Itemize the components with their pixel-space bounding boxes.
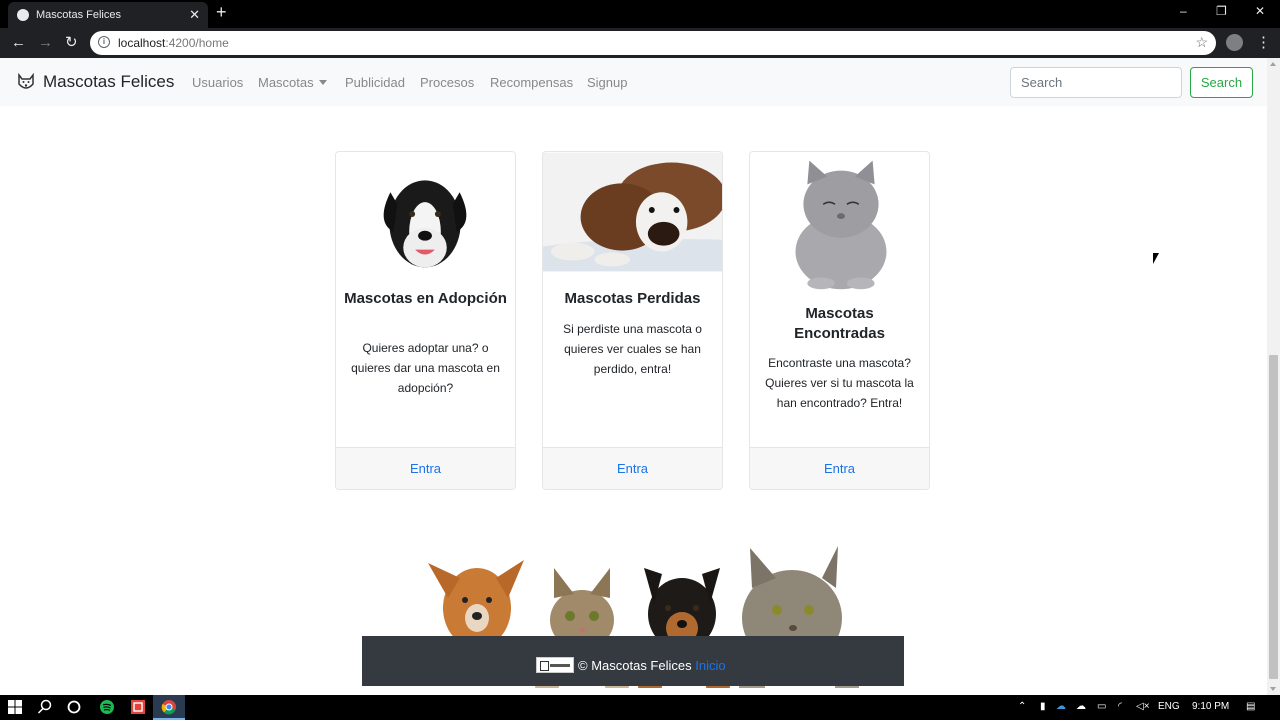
card-text: Encontraste una mascota? Quieres ver si …: [765, 356, 914, 410]
url-host: localhost: [118, 36, 166, 50]
bookmark-star-icon[interactable]: ☆: [1195, 34, 1208, 51]
card-title: Mascotas Perdidas: [564, 290, 701, 307]
new-tab-button[interactable]: +: [216, 2, 227, 23]
nav-link-signup[interactable]: Signup: [587, 75, 627, 90]
nav-link-publicidad[interactable]: Publicidad: [345, 75, 405, 90]
page-scrollbar[interactable]: [1267, 58, 1280, 695]
extension-icon[interactable]: [1226, 34, 1243, 51]
card-encontradas: Mascotas Encontradas Encontraste una mas…: [749, 151, 930, 490]
card-link-entra[interactable]: Entra: [543, 461, 722, 476]
browser-tab-bar: Mascotas Felices ✕ + – ❐ ✕: [0, 0, 1280, 28]
info-icon[interactable]: i: [98, 36, 110, 48]
chrome-icon[interactable]: [161, 699, 177, 715]
tray-clock[interactable]: 9:10 PM: [1192, 701, 1229, 712]
windows-taskbar: ⌃ ▮ ☁ ☁ ▭ ◜ ◁× ENG 9:10 PM ▤: [0, 695, 1280, 720]
card-footer: Entra: [750, 447, 929, 489]
search-input[interactable]: [1010, 67, 1182, 98]
grey-cat-image: [750, 152, 929, 292]
tray-language[interactable]: ENG: [1158, 701, 1180, 712]
tray-volume-icon[interactable]: ◁×: [1136, 701, 1150, 712]
card-footer: Entra: [336, 447, 515, 489]
tray-battery-icon[interactable]: ▭: [1097, 701, 1106, 712]
forward-icon[interactable]: →: [38, 34, 53, 52]
scroll-down-icon[interactable]: [1270, 687, 1276, 691]
action-center-icon[interactable]: ▤: [1246, 701, 1255, 712]
nav-dropdown-mascotas[interactable]: Mascotas: [258, 75, 327, 90]
card-link-entra[interactable]: Entra: [336, 461, 515, 476]
caret-down-icon: [318, 80, 327, 85]
tray-microphone-icon[interactable]: ▮: [1040, 701, 1046, 712]
card-adopcion: Mascotas en Adopción Quieres adoptar una…: [335, 151, 516, 490]
spotify-icon[interactable]: [99, 699, 115, 715]
footer-copyright: © Mascotas Felices Inicio: [578, 658, 726, 673]
card-footer: Entra: [543, 447, 722, 489]
tray-chevron-up-icon[interactable]: ⌃: [1018, 701, 1026, 712]
site-navbar: Mascotas Felices Usuarios Mascotas Publi…: [0, 58, 1267, 106]
tray-onedrive-icon[interactable]: ☁: [1056, 701, 1066, 712]
nav-dropdown-label: Mascotas: [258, 75, 314, 90]
scrollbar-thumb[interactable]: [1269, 355, 1278, 679]
search-button[interactable]: Search: [1190, 67, 1253, 98]
boxer-dog-image: [543, 152, 722, 272]
nav-link-usuarios[interactable]: Usuarios: [192, 75, 243, 90]
tray-cloud-icon[interactable]: ☁: [1076, 701, 1086, 712]
window-maximize-button[interactable]: ❐: [1216, 4, 1227, 18]
window-minimize-button[interactable]: –: [1180, 4, 1187, 18]
tab-close-icon[interactable]: ✕: [189, 7, 200, 23]
footer-link-inicio[interactable]: Inicio: [695, 658, 725, 673]
reload-icon[interactable]: ↻: [65, 34, 78, 52]
black-white-dog-image: [336, 152, 515, 272]
page-viewport: Mascotas Felices Usuarios Mascotas Publi…: [0, 58, 1267, 695]
windows-start-icon[interactable]: [7, 699, 23, 715]
back-icon[interactable]: ←: [11, 34, 26, 52]
card-title: Mascotas Encontradas: [794, 305, 885, 342]
card-text: Si perdiste una mascota o quieres ver cu…: [563, 322, 702, 376]
chrome-favicon-icon: [17, 9, 29, 21]
cortana-icon[interactable]: [66, 699, 82, 715]
url-path: :4200/home: [165, 36, 229, 50]
app-red-icon[interactable]: [130, 699, 146, 715]
window-close-button[interactable]: ✕: [1255, 4, 1265, 18]
card-title: Mascotas en Adopción: [344, 290, 507, 307]
nav-link-procesos[interactable]: Procesos: [420, 75, 474, 90]
university-logo: [536, 657, 574, 673]
tray-wifi-icon[interactable]: ◜: [1118, 701, 1122, 712]
menu-kebab-icon[interactable]: ⋮: [1256, 33, 1271, 51]
navbar-brand[interactable]: Mascotas Felices: [43, 72, 174, 92]
card-perdidas: Mascotas Perdidas Si perdiste una mascot…: [542, 151, 723, 490]
browser-tab[interactable]: Mascotas Felices ✕: [8, 2, 208, 28]
scroll-up-icon[interactable]: [1270, 62, 1276, 66]
card-text: Quieres adoptar una? o quieres dar una m…: [351, 341, 500, 395]
browser-toolbar: ← → ↻ i localhost:4200/home ☆ ⋮: [0, 28, 1280, 58]
search-icon[interactable]: [37, 699, 53, 715]
mouse-cursor-icon: [1153, 253, 1159, 264]
url-text: localhost:4200/home: [118, 36, 229, 50]
card-link-entra[interactable]: Entra: [750, 461, 929, 476]
tab-title: Mascotas Felices: [36, 9, 121, 21]
dog-logo-icon: [18, 72, 34, 89]
footer-copyright-text: © Mascotas Felices: [578, 658, 692, 673]
nav-link-recompensas[interactable]: Recompensas: [490, 75, 573, 90]
address-bar[interactable]: i localhost:4200/home ☆: [90, 31, 1216, 55]
